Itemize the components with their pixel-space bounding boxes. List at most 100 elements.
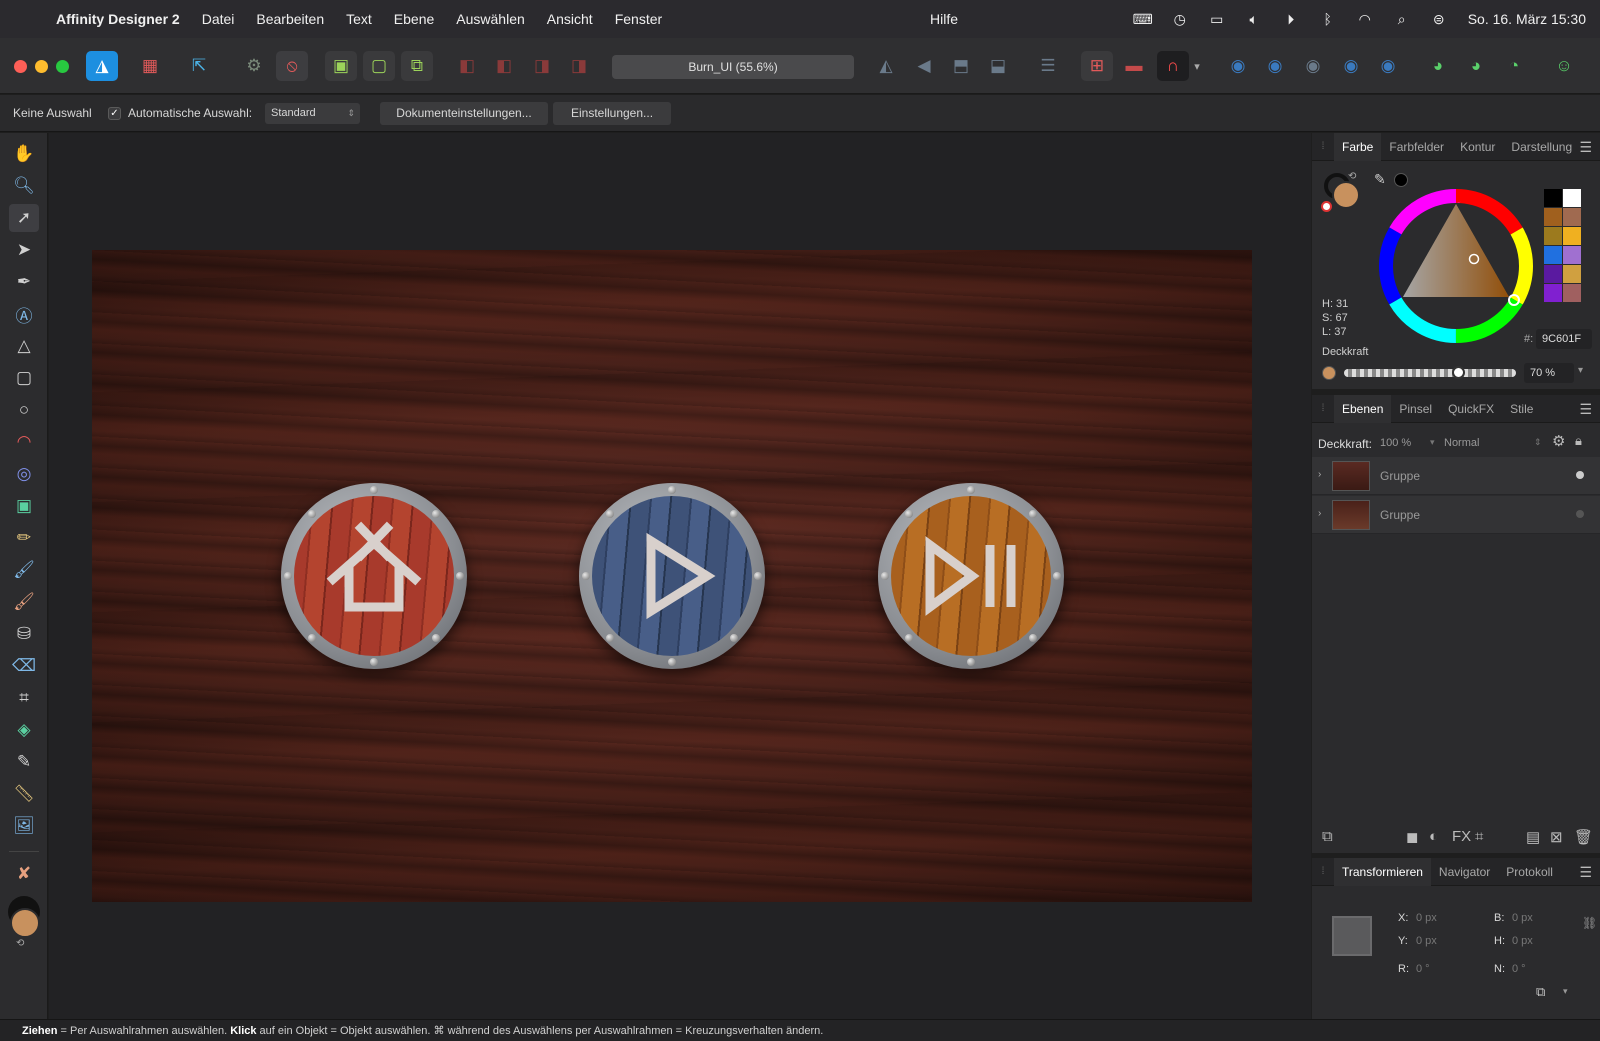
document-settings-button[interactable]: Dokumenteinstellungen... (380, 102, 548, 125)
flip-vertical-icon[interactable]: ◀ (908, 51, 940, 81)
adjustment-icon[interactable]: ◐ (1429, 828, 1438, 845)
crop-tool-icon[interactable]: ⌗ (9, 684, 39, 712)
node-tool-icon[interactable]: ➤ (9, 236, 39, 264)
time-machine-icon[interactable]: ◷ (1168, 11, 1192, 28)
triangle-tool-icon[interactable]: △ (9, 332, 39, 360)
arrange-forward-icon[interactable]: ◨ (526, 51, 558, 81)
opacity-input[interactable]: 70 % (1524, 363, 1574, 383)
swap-arrows-icon[interactable]: ⟲ (16, 938, 24, 949)
arrange-backward-icon[interactable]: ◧ (488, 51, 520, 81)
fill-bucket-tool-icon[interactable]: ⛁ (9, 620, 39, 648)
opacity-slider-track[interactable] (1344, 369, 1516, 377)
play-pause-button-graphic[interactable] (878, 483, 1064, 669)
panel-menu-icon[interactable]: ☰ (1579, 401, 1592, 418)
eraser-tool-icon[interactable]: ⌫ (9, 652, 39, 680)
layer-row[interactable]: › Gruppe (1312, 457, 1600, 495)
expand-chevron-icon[interactable]: › (1318, 508, 1321, 519)
tab-farbe[interactable]: Farbe (1334, 132, 1382, 161)
geometry-subtract-icon[interactable]: ◉ (1259, 51, 1291, 81)
transparency-tool-icon[interactable]: ▣ (9, 492, 39, 520)
color-swatch[interactable] (1544, 265, 1562, 283)
pen-tool-icon[interactable]: ✒ (9, 268, 39, 296)
rotation-input[interactable]: 0 ° (1410, 959, 1480, 979)
battery-icon[interactable]: ▭ (1205, 11, 1229, 28)
zoom-tool-icon[interactable]: 🔍︎ (9, 172, 39, 200)
text-tool-icon[interactable]: Ⓐ (9, 300, 39, 328)
menu-bar-clock[interactable]: So. 16. März 15:30 (1468, 11, 1586, 27)
ellipse-tool-icon[interactable]: ○ (9, 396, 39, 424)
slice-tool-icon[interactable]: ◈ (9, 716, 39, 744)
bluetooth-icon[interactable]: ᛒ (1316, 11, 1340, 27)
panel-grip-icon[interactable]: ⁞ (1312, 403, 1334, 414)
menu-hilfe[interactable]: Hilfe (919, 11, 969, 27)
color-swatch[interactable] (1544, 284, 1562, 302)
color-swatch[interactable] (1544, 227, 1562, 245)
color-picker-tool-icon[interactable]: ✎ (9, 748, 39, 776)
place-image-tool-icon[interactable]: 🖼︎ (9, 812, 39, 840)
tab-navigator[interactable]: Navigator (1431, 858, 1498, 886)
paint-brush-tool-icon[interactable]: 🖌︎ (9, 588, 39, 616)
color-swatch[interactable] (1563, 189, 1581, 207)
snapping-magnet-icon[interactable]: ∩ (1157, 51, 1189, 81)
settings-button[interactable]: Einstellungen... (553, 102, 671, 125)
menu-auswaehlen[interactable]: Auswählen (445, 11, 536, 27)
assistant-icon[interactable]: ◕ (1422, 51, 1454, 81)
layer-visibility-dot[interactable] (1576, 471, 1584, 479)
geometry-intersect-icon[interactable]: ◉ (1297, 51, 1329, 81)
designer-persona-icon[interactable]: ◮ (86, 51, 118, 81)
no-color-icon[interactable] (1321, 201, 1332, 212)
keyboard-icon[interactable]: ⌨ (1131, 11, 1155, 28)
delete-layer-icon[interactable]: 🗑︎ (1574, 828, 1593, 846)
window-zoom-button[interactable] (56, 60, 69, 73)
user-account-icon[interactable]: ☺ (1548, 51, 1580, 81)
control-center-icon[interactable]: ⊜ (1427, 11, 1451, 28)
height-input[interactable]: 0 px (1506, 931, 1576, 951)
add-mask-icon[interactable]: ◼ (1406, 828, 1418, 846)
menu-ebene[interactable]: Ebene (383, 11, 445, 27)
tab-kontur[interactable]: Kontur (1452, 133, 1503, 161)
geometry-xor-icon[interactable]: ◉ (1335, 51, 1367, 81)
arrange-back-icon[interactable]: ◧ (451, 51, 483, 81)
fx-icon[interactable]: FX (1452, 828, 1471, 845)
select-intersect-icon[interactable]: ⧉ (401, 51, 433, 81)
artboard-wood-background[interactable] (92, 250, 1252, 902)
vector-crop-icon[interactable]: ⌗ (1475, 828, 1483, 845)
rectangle-tool-icon[interactable]: ▢ (9, 364, 39, 392)
layer-mask-icon[interactable]: ⧉ (1322, 828, 1333, 845)
layer-opacity-chevron-icon[interactable]: ▾ (1430, 437, 1435, 448)
document-title[interactable]: Burn_UI (55.6%) (612, 55, 854, 79)
window-minimize-button[interactable] (35, 60, 48, 73)
color-swatch[interactable] (1563, 265, 1581, 283)
add-layer-icon[interactable]: ▤ (1526, 828, 1540, 846)
grid-toggle-icon[interactable]: ⊞ (1081, 51, 1113, 81)
ruler-tool-icon[interactable]: 📏︎ (9, 780, 39, 808)
panel-grip-icon[interactable]: ⁞ (1312, 141, 1334, 152)
snapping-toggle-icon[interactable]: ⦸ (276, 51, 308, 81)
window-close-button[interactable] (14, 60, 27, 73)
rotate-right-icon[interactable]: ⬓ (982, 51, 1014, 81)
transform-options-chevron-icon[interactable]: ▾ (1563, 986, 1568, 997)
panel-menu-icon[interactable]: ☰ (1579, 864, 1592, 881)
transform-origin-icon[interactable]: ⧉ (1536, 984, 1545, 1000)
color-swatch[interactable] (1563, 284, 1581, 302)
app-name-menu[interactable]: Affinity Designer 2 (56, 11, 191, 27)
snapping-options-chevron-icon[interactable]: ▾ (1189, 51, 1205, 81)
tab-darstellung[interactable]: Darstellung (1503, 133, 1580, 161)
panel-grip-icon[interactable]: ⁞ (1312, 866, 1334, 877)
color-swatch[interactable] (1563, 246, 1581, 264)
play-button-graphic[interactable] (579, 483, 765, 669)
tab-farbfelder[interactable]: Farbfelder (1381, 133, 1452, 161)
fill-color-well[interactable] (1332, 181, 1360, 209)
color-swatch[interactable] (1563, 227, 1581, 245)
flip-horizontal-icon[interactable]: ◭ (870, 51, 902, 81)
swap-colors-tool-icon[interactable]: ✘ (9, 860, 39, 888)
updown-chevron-icon[interactable]: ⇕ (1534, 437, 1542, 448)
tab-protokoll[interactable]: Protokoll (1498, 858, 1561, 886)
corner-tool-icon[interactable]: ◠ (9, 428, 39, 456)
menu-bearbeiten[interactable]: Bearbeiten (245, 11, 335, 27)
width-input[interactable]: 0 px (1506, 908, 1576, 928)
tab-transformieren[interactable]: Transformieren (1334, 857, 1431, 886)
tab-ebenen[interactable]: Ebenen (1334, 394, 1392, 423)
volume-icon[interactable]: 🔈︎ (1242, 11, 1266, 28)
aspect-lock-icon[interactable]: ⛓ (1582, 916, 1597, 930)
